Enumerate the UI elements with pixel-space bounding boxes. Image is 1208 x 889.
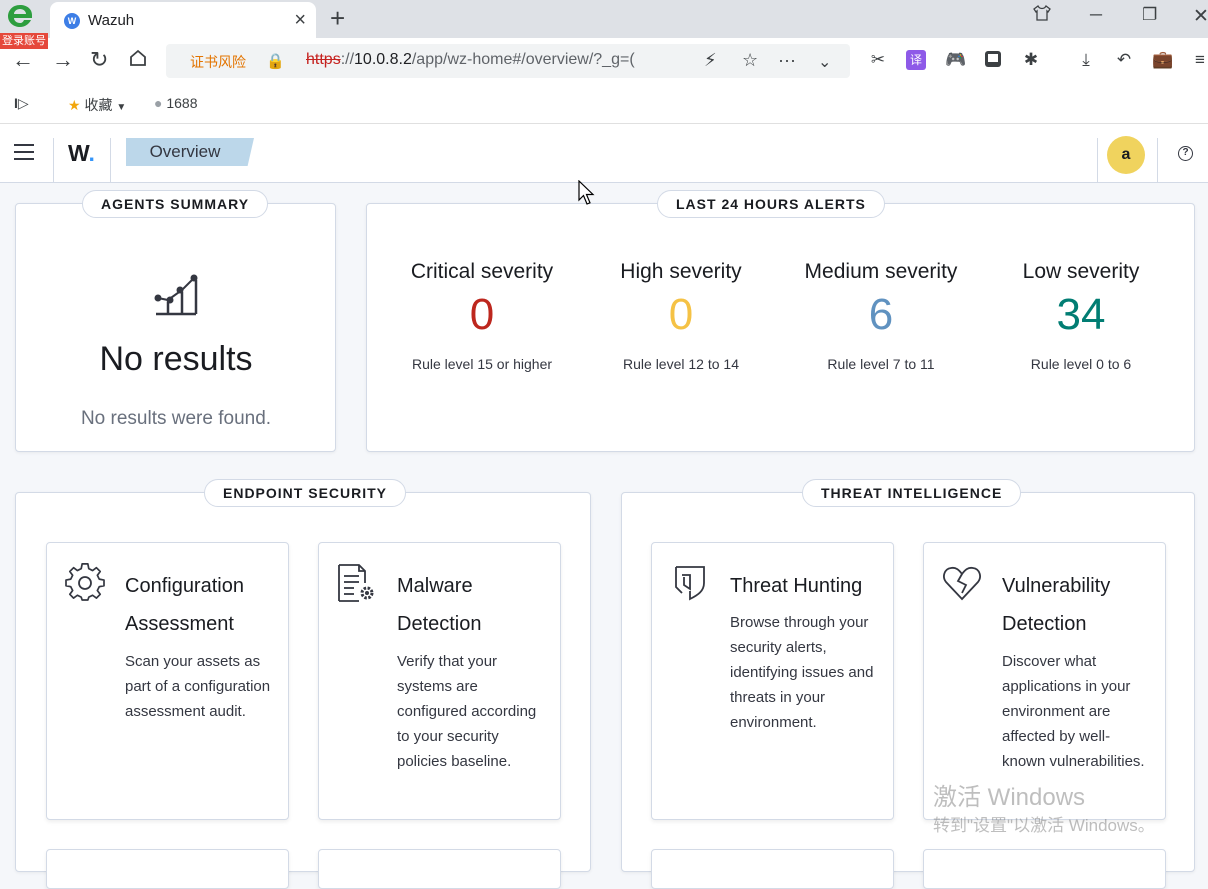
stat-title: Medium severity (804, 260, 958, 283)
empty-message: No results were found. (80, 408, 272, 429)
card-malware-detection[interactable]: Malware Detection Verify that your syste… (318, 542, 561, 820)
more-icon[interactable]: ··· (778, 50, 796, 71)
undo-icon[interactable]: ↶ (1114, 50, 1134, 70)
card-title: Threat Hunting (730, 575, 863, 597)
star-icon: ★ (68, 97, 81, 113)
briefcase-icon[interactable]: 💼 (1152, 50, 1173, 70)
url-text[interactable]: https://10.0.8.2/app/wz-home#/overview/?… (306, 51, 635, 69)
header-divider (1157, 138, 1158, 183)
scissors-icon[interactable]: ✂ (868, 50, 888, 70)
card-configuration-assessment[interactable]: Configuration Assessment Scan your asset… (46, 542, 289, 820)
stat-title: High severity (620, 260, 742, 283)
card-partial[interactable] (651, 849, 894, 889)
card-title: Malware Detection (397, 575, 482, 635)
help-icon[interactable]: ? (1178, 146, 1193, 161)
stat-desc: Rule level 15 or higher (411, 356, 553, 372)
insecure-lock-icon[interactable]: 🔒 (266, 52, 285, 70)
bookmark-1688[interactable]: ● 1688 (154, 95, 198, 111)
back-button[interactable]: ← (12, 48, 34, 72)
heart-icon (943, 566, 981, 601)
wazuh-logo[interactable]: W. (68, 140, 95, 167)
card-partial[interactable] (318, 849, 561, 889)
shirt-icon[interactable] (1033, 5, 1051, 26)
translate-icon[interactable]: 译 (906, 50, 926, 70)
empty-title: No results (99, 340, 253, 378)
card-desc: Discover what applications in your envir… (1002, 653, 1145, 770)
home-icon[interactable] (128, 48, 148, 73)
windows-activation-watermark: 激活 Windows (933, 784, 1086, 811)
stat-desc: Rule level 12 to 14 (623, 356, 739, 372)
card-desc: Scan your assets as part of a configurat… (125, 653, 271, 720)
extensions-icon[interactable]: ✱ (1021, 50, 1041, 70)
stat-value: 34 (1056, 290, 1106, 339)
panel-title: LAST 24 HOURS ALERTS (657, 190, 885, 218)
active-tab[interactable]: W Wazuh × (50, 2, 316, 38)
user-avatar[interactable]: a (1107, 136, 1145, 174)
card-title: Vulnerability Detection (1002, 575, 1111, 635)
header-divider (53, 138, 54, 183)
card-desc: Verify that your systems are configured … (397, 653, 537, 770)
cert-warning[interactable]: 证书风险 (190, 52, 246, 72)
card-partial[interactable] (923, 849, 1166, 889)
header-divider (1097, 138, 1098, 183)
download-icon[interactable]: ⤓ (1076, 50, 1096, 70)
restore-button[interactable]: ❐ (1142, 5, 1157, 25)
browser-logo-icon (8, 5, 32, 27)
tab-close-icon[interactable]: × (294, 8, 306, 32)
stat-title: Critical severity (410, 260, 554, 283)
tab-title: Wazuh (88, 12, 135, 29)
caret-down-icon: ▼ (116, 102, 127, 113)
menu-icon[interactable]: ≡ (1190, 50, 1208, 70)
star-icon[interactable]: ☆ (742, 50, 758, 71)
minimize-button[interactable]: ─ (1090, 5, 1102, 25)
browser-tab-bar: W Wazuh × + ─ ❐ ✕ (0, 0, 1208, 38)
mouse-cursor-icon (578, 180, 595, 205)
stat-value: 0 (668, 290, 694, 339)
card-title: Configuration Assessment (125, 575, 244, 635)
stat-critical[interactable]: Critical severity 0 Rule level 15 or hig… (382, 260, 582, 372)
stat-low[interactable]: Low severity 34 Rule level 0 to 6 (981, 260, 1181, 372)
new-tab-button[interactable]: + (330, 3, 345, 33)
stat-desc: Rule level 7 to 11 (827, 356, 935, 372)
card-desc: Browse through your security alerts, ide… (730, 614, 874, 731)
close-window-button[interactable]: ✕ (1193, 5, 1208, 28)
stat-value: 0 (469, 290, 495, 339)
endpoint-security-panel: ENDPOINT SECURITY Configuration Assessme… (15, 479, 591, 889)
agents-summary-panel: AGENTS SUMMARY No results No results wer… (15, 190, 336, 452)
address-bar[interactable]: 证书风险 🔒 https://10.0.8.2/app/wz-home#/ove… (166, 44, 850, 78)
gear-icon (65, 563, 105, 601)
stat-high[interactable]: High severity 0 Rule level 12 to 14 (581, 260, 781, 372)
chart-empty-icon (154, 274, 198, 316)
login-account-badge[interactable]: 登录账号 (0, 33, 48, 49)
panel-title: THREAT INTELLIGENCE (802, 479, 1022, 507)
hamburger-menu-icon[interactable] (14, 144, 34, 160)
reload-button[interactable]: ↻ (90, 48, 108, 72)
header-divider (110, 138, 111, 183)
bookmarks-bar: I▷ ★ 收藏 ▼ ● 1688 (0, 84, 1208, 124)
wazuh-favicon-icon: W (64, 13, 80, 29)
panel-title: AGENTS SUMMARY (82, 190, 269, 218)
panel-title: ENDPOINT SECURITY (204, 479, 407, 507)
breadcrumb-overview[interactable]: Overview (126, 138, 254, 166)
card-partial[interactable] (46, 849, 289, 889)
lightning-icon[interactable]: ⚡ (704, 50, 717, 71)
gamepad-icon[interactable]: 🎮 (945, 50, 966, 70)
card-threat-hunting[interactable]: Threat Hunting Browse through your secur… (651, 542, 894, 820)
globe-icon: ● (154, 95, 163, 111)
forward-button[interactable]: → (52, 48, 74, 72)
browser-toolbar: ← → ↻ 证书风险 🔒 https://10.0.8.2/app/wz-hom… (0, 38, 1208, 84)
stat-title: Low severity (1022, 260, 1140, 283)
windows-activation-hint: 转到"设置"以激活 Windows。 (933, 816, 1155, 835)
alerts-panel: LAST 24 HOURS ALERTS Critical severity 0… (366, 190, 1195, 452)
document-gear-icon (338, 564, 374, 602)
sidebar-toggle-icon[interactable]: I▷ (14, 95, 29, 112)
chevron-down-icon[interactable]: ⌄ (818, 52, 831, 72)
stat-medium[interactable]: Medium severity 6 Rule level 7 to 11 (781, 260, 981, 372)
tab-icon[interactable] (983, 50, 1003, 70)
stat-value: 6 (868, 290, 894, 339)
stat-desc: Rule level 0 to 6 (1030, 356, 1132, 372)
bookmark-favorites[interactable]: ★ 收藏 ▼ (68, 95, 126, 115)
app-header: W. Overview a ? (0, 124, 1208, 183)
shield-icon (675, 566, 705, 601)
